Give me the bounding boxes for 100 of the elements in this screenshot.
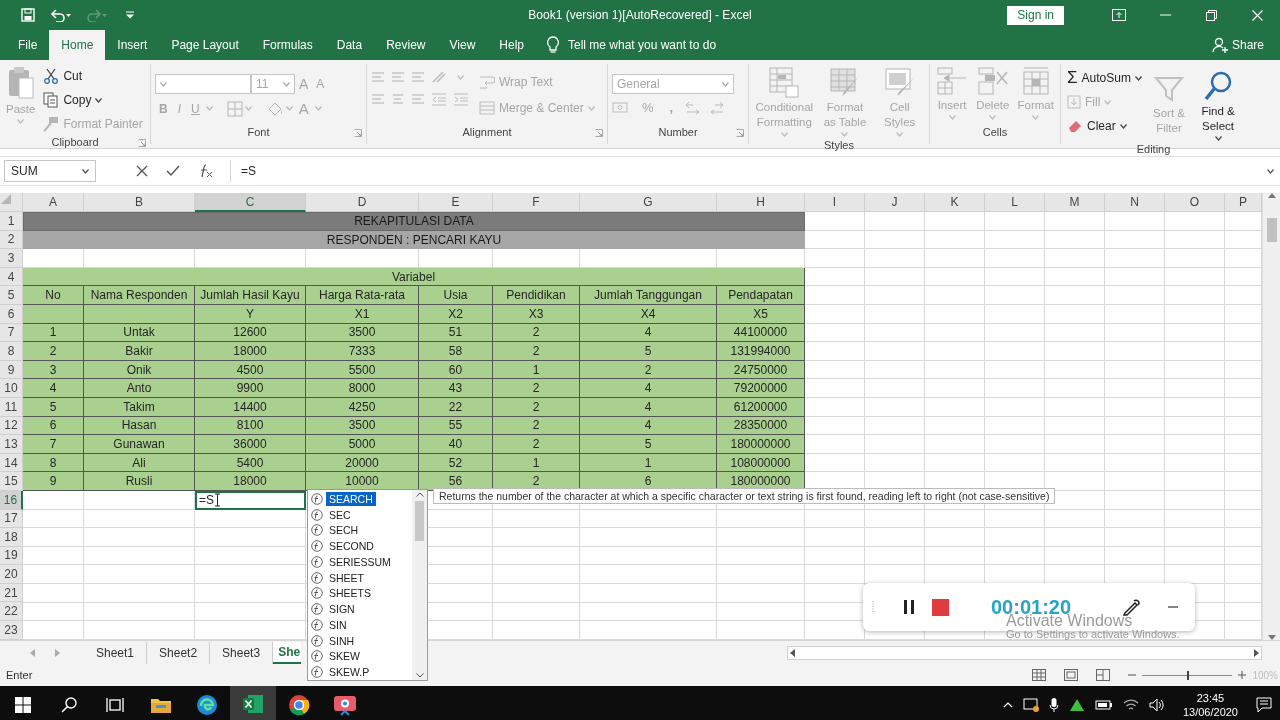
horizontal-scrollbar[interactable] — [787, 645, 1262, 660]
autosum-button[interactable]: Σ AutoSum — [1065, 66, 1144, 90]
borders-icon — [226, 100, 243, 117]
caret-icon — [948, 115, 956, 120]
sheet-tab[interactable]: Sheet2 — [147, 641, 211, 664]
increase-indent-icon — [453, 92, 469, 106]
share-button[interactable]: Share — [1205, 30, 1270, 60]
scrollbar-thumb[interactable] — [415, 501, 424, 541]
vertical-scrollbar[interactable] — [1262, 193, 1280, 640]
table-cell: 58 — [419, 342, 493, 361]
table-cell: 9 — [23, 472, 84, 491]
ribbon-tab[interactable]: Page Layout — [159, 30, 251, 60]
table-cell: Jumlah Tanggungan — [580, 286, 717, 305]
copy-button[interactable]: Copy — [41, 88, 145, 112]
row-header[interactable]: 8 — [0, 342, 23, 361]
row-header[interactable]: 1 — [0, 212, 23, 231]
camera-app-icon — [333, 694, 357, 716]
table-cell: 131994000 — [717, 342, 805, 361]
function-suggestion[interactable]: SHEETS — [308, 585, 412, 602]
row-header[interactable]: 10 — [0, 379, 23, 398]
caret-icon — [17, 119, 25, 124]
column-header[interactable]: M — [1045, 193, 1105, 212]
ribbon-tab[interactable]: Review — [374, 30, 438, 60]
row-header[interactable]: 15 — [0, 472, 23, 491]
sheet-tab[interactable]: Sheet1 — [84, 641, 148, 664]
function-icon — [311, 555, 323, 568]
ribbon-tab[interactable]: File — [6, 30, 50, 60]
column-header[interactable]: P — [1225, 193, 1262, 212]
caret-icon — [1214, 136, 1222, 141]
scrollbar-thumb[interactable] — [1266, 218, 1277, 242]
scroll-up-icon — [1267, 193, 1276, 198]
ribbon-tab[interactable]: Data — [324, 30, 375, 60]
column-header[interactable]: G — [580, 193, 717, 212]
pause-icon — [903, 599, 915, 615]
enter-icon — [166, 165, 180, 177]
scroll-down-icon — [415, 673, 424, 678]
eraser-icon — [1067, 119, 1083, 133]
column-header[interactable]: J — [865, 193, 925, 212]
sign-in-button[interactable]: Sign in — [1007, 5, 1064, 25]
column-header[interactable]: H — [717, 193, 805, 212]
column-header[interactable]: E — [419, 193, 493, 212]
status-mode: Enter — [6, 669, 33, 681]
function-suggestion[interactable]: SIN — [308, 617, 412, 633]
cut-button[interactable]: Cut — [41, 64, 145, 88]
conditional-format-icon — [768, 66, 801, 98]
row-header[interactable]: 3 — [0, 249, 23, 268]
find-select-button[interactable]: Find & Select — [1194, 68, 1242, 143]
function-suggestion[interactable]: SKEW.P — [308, 664, 412, 680]
sheet-tab[interactable]: She — [273, 641, 302, 664]
ribbon-tab[interactable]: Insert — [105, 30, 160, 60]
ribbon-tab[interactable]: Help — [487, 30, 536, 60]
table-cell: 79200000 — [717, 379, 805, 398]
caret-icon — [314, 106, 322, 111]
column-header[interactable]: A — [23, 193, 84, 212]
function-suggestion[interactable]: SINH — [308, 632, 412, 649]
row-header[interactable]: 5 — [0, 286, 23, 305]
formula-input[interactable]: =S — [231, 164, 1267, 178]
row-header[interactable]: 23 — [0, 621, 23, 640]
table-cell: 18000 — [195, 472, 306, 491]
table-cell: Gunawan — [84, 435, 195, 454]
volume-icon — [1148, 698, 1165, 712]
row-header[interactable]: 20 — [0, 565, 23, 584]
column-header[interactable]: D — [306, 193, 419, 212]
tell-me-search[interactable]: Tell me what you want to do — [568, 38, 717, 52]
dialog-launcher-icon — [595, 129, 603, 137]
clock-time[interactable]: 23:45 — [1196, 691, 1225, 705]
cell-editor[interactable]: =S — [195, 490, 306, 510]
table-cell: 36000 — [195, 435, 306, 454]
function-suggestion[interactable]: SERIESSUM — [308, 554, 412, 570]
column-header[interactable]: F — [493, 193, 580, 212]
function-suggestion[interactable]: SHEET — [308, 569, 412, 586]
column-header[interactable]: O — [1165, 193, 1225, 212]
caret-icon — [244, 106, 252, 111]
column-header[interactable]: I — [805, 193, 865, 212]
cell-styles-icon — [883, 66, 916, 98]
function-icon — [311, 508, 323, 521]
clear-button[interactable]: Clear — [1065, 114, 1144, 138]
ribbon-tab[interactable]: Home — [49, 30, 106, 60]
name-box[interactable]: SUM — [4, 160, 96, 182]
increase-decimal-icon — [685, 100, 702, 115]
clock-date[interactable]: 13/06/2020 — [1182, 705, 1238, 719]
row-header[interactable]: 13 — [0, 435, 23, 454]
ribbon-tab[interactable]: View — [437, 30, 488, 60]
function-suggestion[interactable]: SIGN — [308, 601, 412, 617]
row-header[interactable]: 18 — [0, 528, 23, 547]
function-suggestion[interactable]: SECH — [308, 522, 412, 539]
zoom-slider-thumb[interactable] — [1187, 670, 1190, 680]
ribbon-tab[interactable]: Formulas — [250, 30, 325, 60]
column-header[interactable]: B — [84, 193, 195, 212]
function-suggestion[interactable]: SEC — [308, 506, 412, 523]
column-header[interactable]: C — [195, 193, 306, 212]
column-header[interactable]: N — [1105, 193, 1165, 212]
function-suggestion[interactable]: SEARCH — [308, 491, 412, 507]
column-header[interactable]: K — [925, 193, 985, 212]
function-suggestion[interactable]: SKEW — [308, 648, 412, 665]
align-left-icon — [371, 92, 385, 106]
column-header[interactable]: L — [985, 193, 1045, 212]
function-suggestion[interactable]: SECOND — [308, 538, 412, 554]
row-header[interactable]: 22 — [0, 602, 23, 622]
table-cell: 2 — [493, 342, 580, 361]
